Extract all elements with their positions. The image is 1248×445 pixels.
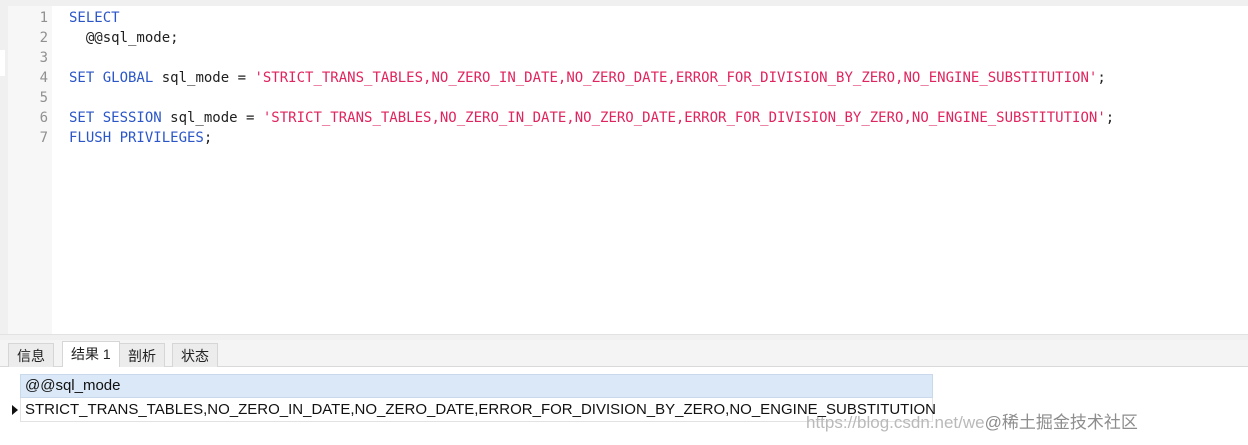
tab-result-1[interactable]: 结果 1 [62,341,120,368]
sql-keyword: SET GLOBAL [69,70,154,86]
code-line-2[interactable]: @@sql_mode; [69,28,179,48]
sql-keyword: FLUSH PRIVILEGES [69,130,204,146]
sql-text: sql_mode = [153,70,255,86]
sql-text: @@sql_mode; [69,30,179,46]
sql-string-literal: 'STRICT_TRANS_TABLES,NO_ZERO_IN_DATE,NO_… [254,70,1098,86]
column-header-sql-mode[interactable]: @@sql_mode [20,374,933,398]
line-number: 2 [39,30,48,46]
sql-editor[interactable]: 1 2 3 4 5 6 7 SELECT @@sql_mode; SET GLO… [8,6,1248,334]
left-edge-bar [0,6,8,339]
tab-info[interactable]: 信息 [8,343,54,367]
left-edge-notch [0,50,5,76]
code-line-4[interactable]: SET GLOBAL sql_mode = 'STRICT_TRANS_TABL… [69,68,1106,88]
current-row-indicator-icon [12,405,18,415]
code-line-1[interactable]: SELECT [69,8,120,28]
sql-terminator: ; [203,130,213,146]
line-number: 1 [39,10,48,26]
sql-terminator: ; [1097,70,1106,86]
line-number: 6 [39,110,48,126]
code-line-6[interactable]: SET SESSION sql_mode = 'STRICT_TRANS_TAB… [69,108,1114,128]
sql-keyword: SET SESSION [69,110,162,126]
code-line-7[interactable]: FLUSH PRIVILEGES; [69,128,212,148]
sql-keyword: SELECT [69,10,120,26]
line-number: 3 [39,50,48,66]
line-number: 4 [39,70,48,86]
line-number-gutter: 1 2 3 4 5 6 7 [8,6,52,334]
tab-status[interactable]: 状态 [172,343,218,367]
line-number: 7 [39,130,48,146]
sql-terminator: ; [1105,110,1115,126]
sql-string-literal: 'STRICT_TRANS_TABLES,NO_ZERO_IN_DATE,NO_… [262,110,1106,126]
line-number: 5 [39,90,48,106]
table-cell[interactable]: STRICT_TRANS_TABLES,NO_ZERO_IN_DATE,NO_Z… [20,398,936,422]
result-tabbar: 信息 结果 1 剖析 状态 [0,340,1248,368]
result-grid: @@sql_mode STRICT_TRANS_TABLES,NO_ZERO_I… [0,367,1248,445]
tab-profile[interactable]: 剖析 [119,343,165,367]
watermark: https://blog.csdn.net/we@稀土掘金技术社区 [806,408,1138,433]
watermark-brand: @稀土掘金技术社区 [984,413,1138,432]
watermark-url: https://blog.csdn.net/we [806,413,985,432]
sql-text: sql_mode = [161,110,263,126]
